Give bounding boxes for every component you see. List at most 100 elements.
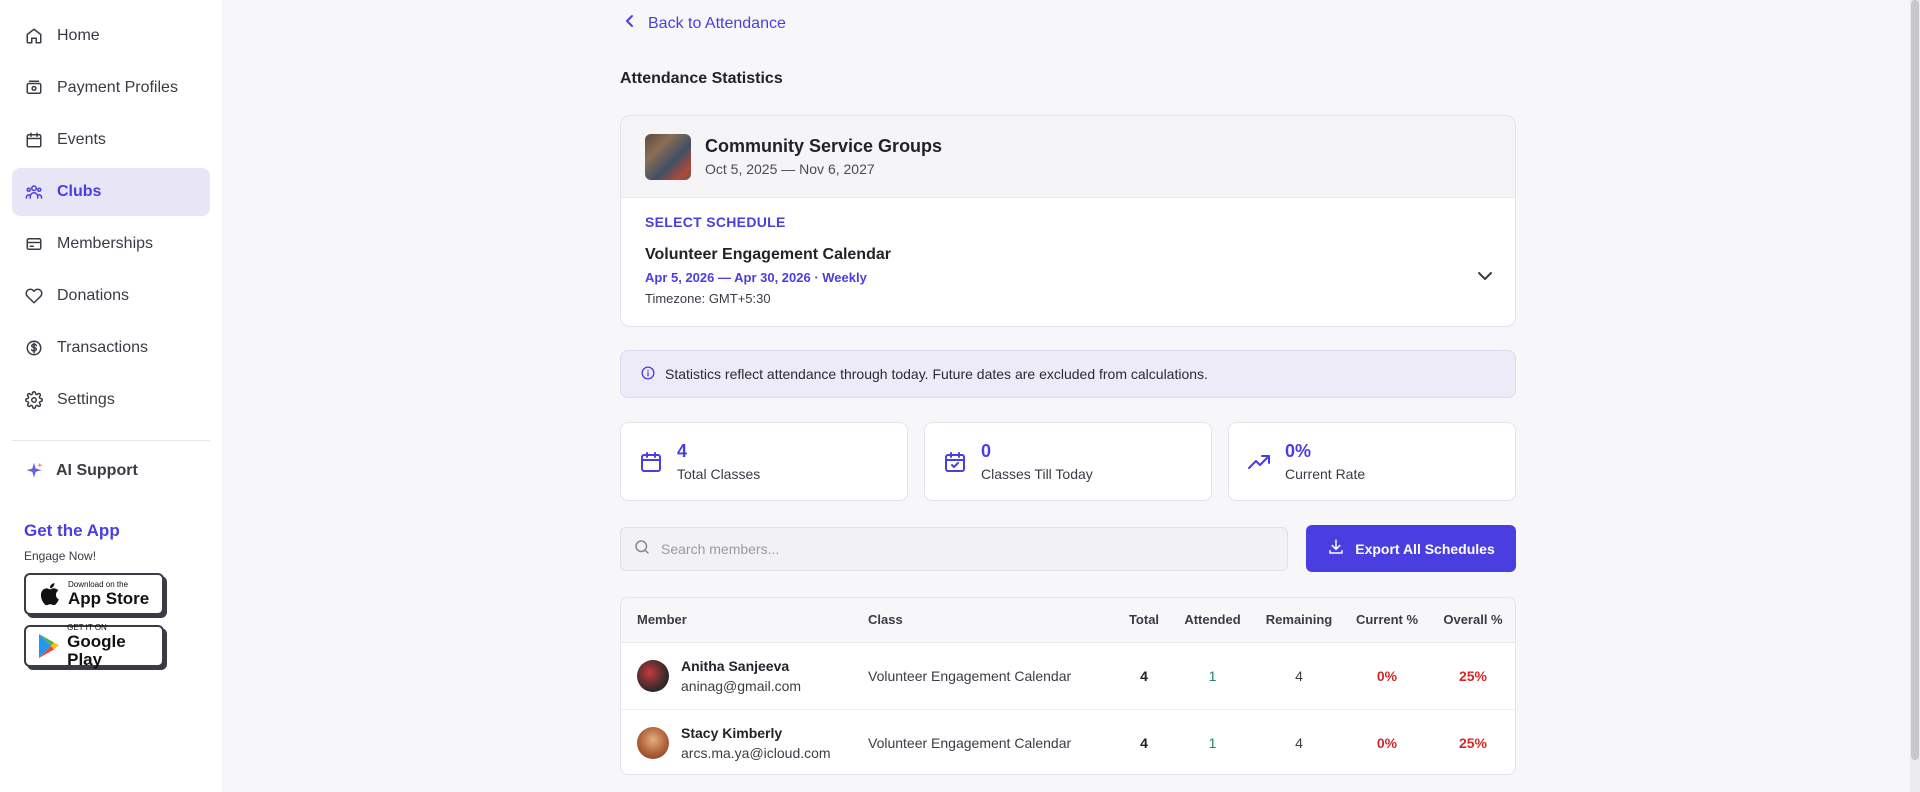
- calendar-icon: [639, 450, 663, 474]
- stat-card-classes-till-today: 0 Classes Till Today: [924, 422, 1212, 501]
- ai-support-label: AI Support: [56, 462, 138, 479]
- member-name: Stacy Kimberly: [681, 724, 783, 741]
- schedule-label: SELECT SCHEDULE: [645, 214, 786, 230]
- vertical-scrollbar[interactable]: [1910, 0, 1920, 792]
- back-link-label: Back to Attendance: [648, 14, 786, 32]
- table-row[interactable]: Stacy Kimberly arcs.ma.ya@icloud.com Vol…: [621, 709, 1515, 774]
- calendar-icon: [25, 131, 43, 149]
- class-cell: Volunteer Engagement Calendar: [868, 642, 1118, 710]
- remaining-cell: 4: [1295, 734, 1303, 751]
- member-cell: Anitha Sanjeeva aninag@gmail.com: [621, 642, 868, 710]
- export-button-label: Export All Schedules: [1355, 540, 1495, 557]
- stat-value: 0: [981, 441, 992, 461]
- column-header-remaining[interactable]: Remaining: [1255, 598, 1343, 643]
- info-banner: Statistics reflect attendance through to…: [620, 350, 1516, 398]
- info-text: Statistics reflect attendance through to…: [665, 366, 1208, 382]
- sidebar-item-label: Donations: [57, 287, 130, 304]
- sidebar-item-clubs[interactable]: Clubs: [12, 168, 210, 216]
- sidebar-item-payment-profiles[interactable]: Payment Profiles: [12, 64, 210, 112]
- group-name: Community Service Groups: [705, 136, 943, 156]
- ai-support-link[interactable]: AI Support: [24, 461, 222, 481]
- stat-value: 0%: [1285, 441, 1312, 461]
- chevron-down-icon[interactable]: [1477, 268, 1493, 286]
- column-header-attended[interactable]: Attended: [1170, 598, 1255, 643]
- apple-icon: [36, 580, 62, 608]
- google-play-big-text: Google Play: [67, 632, 126, 669]
- stat-label: Total Classes: [677, 466, 761, 482]
- app-store-big-text: App Store: [68, 589, 150, 608]
- table-row[interactable]: Anitha Sanjeeva aninag@gmail.com Volunte…: [621, 642, 1515, 710]
- group-thumbnail: [645, 133, 691, 180]
- sidebar-nav: Home Payment Profiles Events Clubs Membe…: [0, 0, 222, 424]
- sidebar-item-label: Transactions: [57, 339, 148, 356]
- sidebar-item-events[interactable]: Events: [12, 116, 210, 164]
- sidebar-item-label: Events: [57, 131, 106, 148]
- sidebar: Home Payment Profiles Events Clubs Membe…: [0, 0, 222, 792]
- get-app-title: Get the App: [24, 521, 120, 540]
- avatar: [637, 726, 669, 759]
- calendar-check-icon: [943, 450, 967, 474]
- search-icon: [633, 538, 651, 561]
- google-play-icon: [36, 632, 61, 660]
- total-cell: 4: [1118, 642, 1170, 710]
- overall-percent-cell: 25%: [1431, 642, 1515, 710]
- download-icon: [1327, 538, 1345, 559]
- attended-cell: 1: [1208, 734, 1217, 751]
- member-email: arcs.ma.ya@icloud.com: [681, 744, 831, 761]
- search-input[interactable]: [661, 541, 1261, 557]
- sidebar-item-label: Home: [57, 27, 100, 44]
- member-email: aninag@gmail.com: [681, 677, 802, 694]
- sidebar-item-settings[interactable]: Settings: [12, 376, 210, 424]
- column-header-class[interactable]: Class: [868, 598, 1118, 643]
- schedule-name: Volunteer Engagement Calendar: [645, 246, 891, 263]
- class-cell: Volunteer Engagement Calendar: [868, 734, 1072, 751]
- stat-label: Classes Till Today: [981, 466, 1093, 482]
- google-play-badge[interactable]: GET IT ON Google Play: [24, 623, 164, 669]
- schedule-range: Apr 5, 2026 — Apr 30, 2026 · Weekly: [645, 270, 867, 285]
- sidebar-item-label: Payment Profiles: [57, 79, 178, 96]
- get-app-section: Get the App Engage Now! Download on the …: [24, 521, 222, 669]
- remaining-cell: 4: [1255, 642, 1343, 710]
- sparkle-icon: [24, 461, 44, 481]
- search-box: [620, 527, 1288, 571]
- member-cell: Stacy Kimberly arcs.ma.ya@icloud.com: [621, 709, 868, 774]
- scrollbar-thumb[interactable]: [1911, 0, 1919, 760]
- users-icon: [25, 183, 43, 201]
- card-icon: [25, 235, 43, 253]
- trending-up-icon: [1247, 450, 1271, 474]
- sidebar-item-label: Settings: [57, 391, 115, 408]
- schedule-selector[interactable]: SELECT SCHEDULE Volunteer Engagement Cal…: [621, 198, 1515, 322]
- column-header-current-percent[interactable]: Current %: [1343, 598, 1431, 643]
- stat-label: Current Rate: [1285, 466, 1366, 482]
- group-dates: Oct 5, 2025 — Nov 6, 2027: [705, 161, 875, 177]
- app-store-badge[interactable]: Download on the App Store: [24, 573, 164, 615]
- total-cell: 4: [1140, 734, 1148, 751]
- sidebar-divider: [12, 440, 210, 441]
- current-percent-cell: 0%: [1376, 734, 1398, 751]
- members-table: Member Class Total Attended Remaining Cu…: [620, 597, 1516, 775]
- page-title: Attendance Statistics: [620, 70, 783, 87]
- overall-percent-cell: 25%: [1458, 734, 1488, 751]
- heart-icon: [25, 287, 43, 305]
- export-all-schedules-button[interactable]: Export All Schedules: [1306, 525, 1516, 572]
- attended-cell: 1: [1170, 642, 1255, 710]
- get-app-subtitle: Engage Now!: [24, 549, 97, 563]
- avatar: [637, 659, 669, 692]
- sidebar-item-donations[interactable]: Donations: [12, 272, 210, 320]
- sidebar-item-label: Memberships: [57, 235, 154, 252]
- back-to-attendance-link[interactable]: Back to Attendance: [624, 14, 786, 33]
- column-header-overall-percent[interactable]: Overall %: [1431, 598, 1515, 643]
- dollar-icon: [25, 339, 43, 357]
- sidebar-item-transactions[interactable]: Transactions: [12, 324, 210, 372]
- chevron-left-icon: [624, 14, 636, 33]
- group-header: Community Service Groups Oct 5, 2025 — N…: [621, 116, 1515, 198]
- column-header-total[interactable]: Total: [1118, 598, 1170, 643]
- sidebar-item-home[interactable]: Home: [12, 12, 210, 60]
- wallet-icon: [25, 79, 43, 97]
- home-icon: [25, 27, 43, 45]
- stat-value: 4: [677, 441, 688, 461]
- column-header-member[interactable]: Member: [621, 598, 868, 643]
- sidebar-item-memberships[interactable]: Memberships: [12, 220, 210, 268]
- stat-card-current-rate: 0% Current Rate: [1228, 422, 1516, 501]
- current-percent-cell: 0%: [1343, 642, 1431, 710]
